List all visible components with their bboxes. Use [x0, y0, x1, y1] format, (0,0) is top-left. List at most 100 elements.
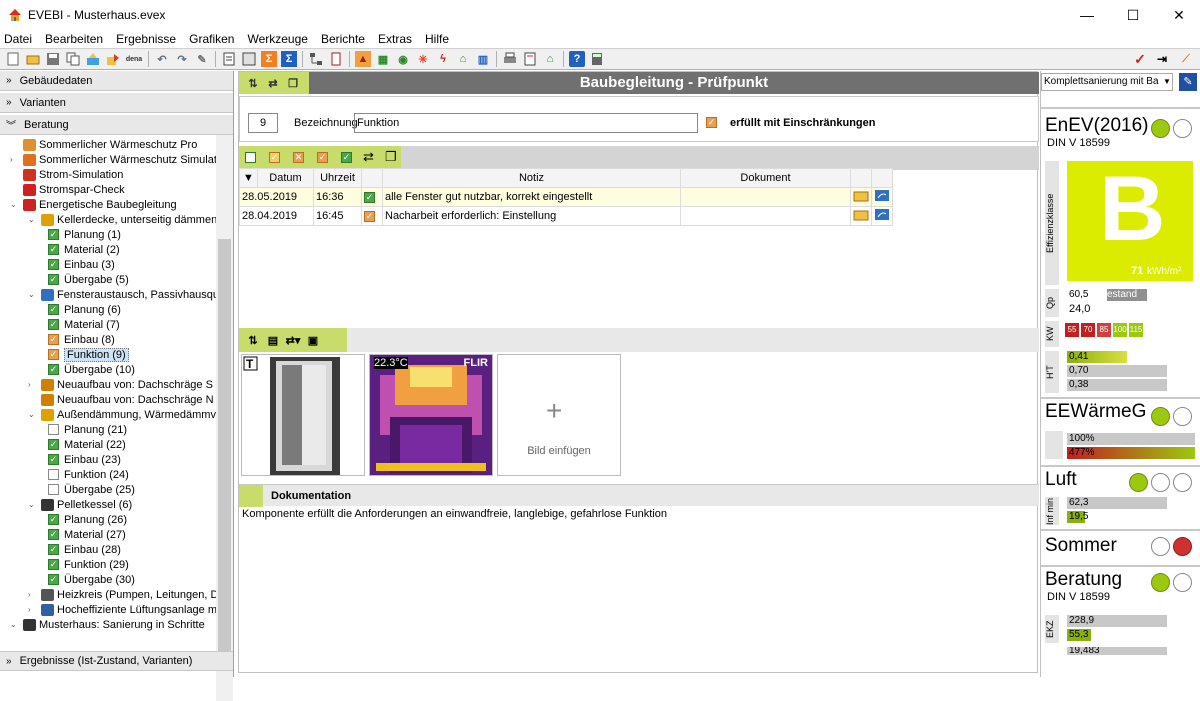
arrow-right-icon[interactable]: ⇥: [1154, 51, 1170, 67]
tree-item[interactable]: Übergabe (25): [48, 482, 135, 497]
checkbox-empty-icon[interactable]: [48, 424, 59, 435]
tree-item[interactable]: ✓ Funktion (29): [48, 557, 129, 572]
calculator-icon[interactable]: [589, 51, 605, 67]
tree-item[interactable]: ⌄ Energetische Baubegleitung: [10, 197, 177, 212]
checkbox-orange-icon[interactable]: ✓: [317, 152, 328, 163]
checkbox-checked-icon[interactable]: ✓: [48, 439, 59, 450]
expand-right-icon[interactable]: ›: [28, 605, 37, 614]
status-checkbox[interactable]: ✓: [706, 117, 717, 128]
checkmark-icon[interactable]: ✓: [1132, 51, 1148, 67]
sun-icon[interactable]: ✳: [415, 51, 431, 67]
tree-item[interactable]: Funktion (24): [48, 467, 129, 482]
tree-item[interactable]: ✓ Planung (1): [48, 227, 121, 242]
sort-icon[interactable]: ▼: [239, 168, 258, 188]
col-datum[interactable]: Datum: [257, 168, 314, 188]
document-icon[interactable]: [221, 51, 237, 67]
expand-down-icon[interactable]: ⌄: [10, 620, 19, 629]
tree-item[interactable]: ⌄ Fensteraustausch, Passivhausqua: [28, 287, 216, 302]
tree-item[interactable]: ✓ Planung (6): [48, 302, 121, 317]
fire-icon[interactable]: ▲: [355, 51, 371, 67]
section-varianten[interactable]: » Varianten: [0, 93, 233, 113]
table-row[interactable]: 28.04.2019 16:45 ✓ Nacharbeit erforderli…: [239, 206, 893, 226]
menu-datei[interactable]: Datei: [4, 32, 32, 46]
save-icon[interactable]: [45, 51, 61, 67]
menu-berichte[interactable]: Berichte: [321, 32, 365, 46]
photo-window[interactable]: T: [241, 354, 365, 476]
dena-icon[interactable]: dena: [125, 51, 143, 67]
checkbox-checked-icon[interactable]: ✓: [48, 514, 59, 525]
checkbox-checked-icon[interactable]: ✓: [48, 574, 59, 585]
number-field[interactable]: 9: [248, 113, 278, 133]
tree-item[interactable]: Sommerlicher Wärmeschutz Pro: [10, 137, 197, 152]
checkbox-empty-icon[interactable]: [245, 152, 256, 163]
window-icon[interactable]: ❐: [285, 75, 301, 91]
checkbox-empty-icon[interactable]: [48, 469, 59, 480]
move-icon[interactable]: ⇅: [245, 332, 261, 348]
tree-item[interactable]: ✓ Material (2): [48, 242, 120, 257]
house-check-icon[interactable]: ⌂: [455, 51, 471, 67]
new-file-icon[interactable]: [5, 51, 21, 67]
tree-item[interactable]: ⌄ Musterhaus: Sanierung in Schritte: [10, 617, 205, 632]
expand-right-icon[interactable]: ›: [10, 155, 19, 164]
help-icon[interactable]: ?: [569, 51, 585, 67]
report-icon[interactable]: [241, 51, 257, 67]
checkbox-checked-icon[interactable]: ✓: [48, 229, 59, 240]
checkbox-checked-icon[interactable]: ✓: [48, 259, 59, 270]
maximize-button[interactable]: ☐: [1110, 0, 1156, 30]
minimize-button[interactable]: —: [1064, 0, 1110, 30]
redo-icon[interactable]: ↷: [174, 51, 190, 67]
tree-item[interactable]: ✓ Funktion (9): [48, 347, 129, 362]
open-folder-icon[interactable]: [25, 51, 41, 67]
building-icon[interactable]: ▦: [375, 51, 391, 67]
tree-item[interactable]: › Heizkreis (Pumpen, Leitungen, Dä: [28, 587, 216, 602]
export-icon[interactable]: [105, 51, 121, 67]
checkbox-checked-icon[interactable]: ✓: [48, 304, 59, 315]
tree-item[interactable]: ✓ Einbau (28): [48, 542, 121, 557]
bezeichnung-input[interactable]: Funktion: [354, 113, 698, 133]
chart-icon[interactable]: ▥: [475, 51, 491, 67]
checkbox-checked-icon[interactable]: ✓: [48, 244, 59, 255]
checkbox-checked-icon[interactable]: ✓: [48, 274, 59, 285]
tree-item[interactable]: Stromspar-Check: [10, 182, 125, 197]
tree-item[interactable]: ✓ Material (27): [48, 527, 126, 542]
menu-hilfe[interactable]: Hilfe: [425, 32, 449, 46]
tree-item[interactable]: ✓ Einbau (3): [48, 257, 115, 272]
menu-extras[interactable]: Extras: [378, 32, 412, 46]
tree-item[interactable]: Strom-Simulation: [10, 167, 123, 182]
import-icon[interactable]: [85, 51, 101, 67]
menu-bearbeiten[interactable]: Bearbeiten: [45, 32, 103, 46]
undo-icon[interactable]: ↶: [154, 51, 170, 67]
layers-icon[interactable]: [328, 51, 344, 67]
doku-text[interactable]: Komponente erfüllt die Anforderungen an …: [242, 508, 1032, 520]
tree-item[interactable]: ⌄ Außendämmung, Wärmedämmver: [28, 407, 216, 422]
section-gebaeudedaten[interactable]: » Gebäudedaten: [0, 71, 233, 91]
tree-item[interactable]: Neuaufbau von: Dachschräge N (4: [28, 392, 216, 407]
tree-item[interactable]: ✓ Einbau (8): [48, 332, 115, 347]
swap-icon[interactable]: ⇄: [363, 149, 374, 165]
edit-icon[interactable]: ✎: [1179, 73, 1197, 91]
expand-down-icon[interactable]: ⌄: [28, 215, 37, 224]
close-button[interactable]: ✕: [1156, 0, 1200, 30]
stairs-icon[interactable]: ⟋: [1178, 51, 1194, 67]
link-button[interactable]: [871, 206, 893, 226]
copy-icon[interactable]: [65, 51, 81, 67]
scrollbar-thumb[interactable]: [218, 239, 231, 659]
add-image-button[interactable]: + Bild einfügen: [497, 354, 621, 476]
checkbox-checked-icon[interactable]: ✓: [48, 559, 59, 570]
expand-down-icon[interactable]: ⌄: [10, 200, 19, 209]
paste-icon[interactable]: ▤: [265, 332, 281, 348]
table-row[interactable]: 28.05.2019 16:36 ✓ alle Fenster gut nutz…: [239, 187, 893, 207]
print-icon[interactable]: [502, 51, 518, 67]
house-edit-icon[interactable]: ⌂: [542, 51, 558, 67]
open-folder-button[interactable]: [850, 187, 872, 207]
expand-right-icon[interactable]: ›: [28, 590, 37, 599]
checkbox-yellow-icon[interactable]: ✓: [269, 152, 280, 163]
checkbox-checked-icon[interactable]: ✓: [48, 544, 59, 555]
checkbox-checked-icon[interactable]: ✓: [48, 349, 59, 360]
tree-item[interactable]: ✓ Übergabe (5): [48, 272, 129, 287]
swap-icon[interactable]: ⇄: [265, 75, 281, 91]
tree-item[interactable]: › Sommerlicher Wärmeschutz Simulation: [10, 152, 216, 167]
chevron-down-icon[interactable]: ▼: [1163, 77, 1171, 86]
sum-orange-icon[interactable]: Σ: [261, 51, 277, 67]
col-uhrzeit[interactable]: Uhrzeit: [313, 168, 362, 188]
